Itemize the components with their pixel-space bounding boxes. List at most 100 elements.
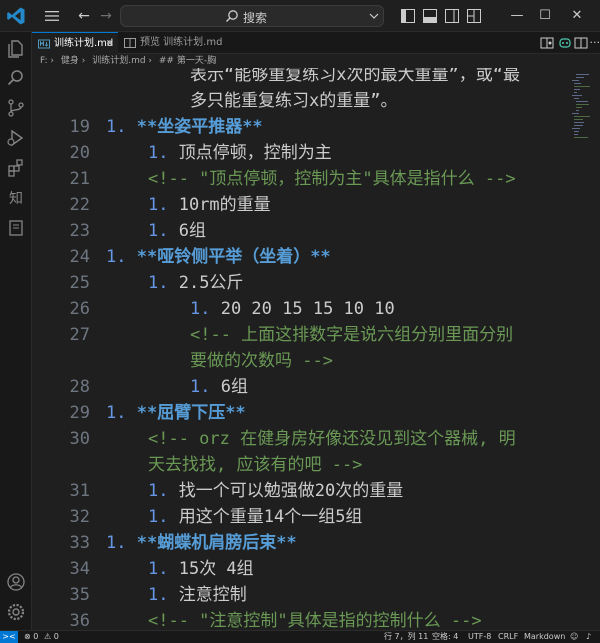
code-line[interactable]: 31 1. 找一个可以勉强做20次的重量 bbox=[32, 478, 568, 504]
feedback-icon[interactable]: ☺ bbox=[570, 631, 578, 643]
code-line[interactable]: 要做的次数吗 --> bbox=[32, 348, 568, 374]
search-icon[interactable] bbox=[6, 68, 26, 88]
code-line[interactable]: 表示“能够重复练习x次的最大重量”，或“最 bbox=[32, 68, 568, 88]
minimap[interactable] bbox=[568, 68, 600, 630]
code-content: 1. 用这个重量14个一组5组 bbox=[148, 504, 362, 530]
code-token: **坐姿平推器** bbox=[136, 117, 263, 137]
code-editor[interactable]: 表示“能够重复练习x次的最大重量”，或“最 多只能重复练习x的重量”。 19 1. *… bbox=[32, 68, 568, 630]
activity-bar: 知 bbox=[0, 32, 32, 630]
code-line[interactable]: 25 1. 2.5公斤 bbox=[32, 270, 568, 296]
end-of-line[interactable]: CRLF bbox=[498, 631, 518, 643]
line-number: 36 bbox=[69, 611, 90, 630]
code-line[interactable]: 29 1. **屈臂下压** bbox=[32, 400, 568, 426]
code-line[interactable]: 多只能重复练习x的重量”。 bbox=[32, 88, 568, 114]
extensions-icon[interactable] bbox=[6, 158, 26, 178]
warnings-count[interactable]: ⚠ 0 bbox=[44, 631, 59, 643]
chevron-down-icon[interactable] bbox=[369, 12, 379, 20]
explorer-icon[interactable] bbox=[6, 38, 26, 58]
toggle-secondary-sidebar-icon[interactable] bbox=[444, 8, 460, 24]
code-line[interactable]: 26 1. 20 20 15 15 10 10 bbox=[32, 296, 568, 322]
line-number: 32 bbox=[69, 507, 90, 527]
indentation[interactable]: 空格: 4 bbox=[432, 631, 458, 643]
source-control-icon[interactable] bbox=[6, 98, 26, 118]
code-line[interactable]: 天去找找, 应该有的吧 --> bbox=[32, 452, 568, 478]
code-token: 1. bbox=[106, 117, 137, 137]
code-line[interactable]: 35 1. 注意控制 bbox=[32, 582, 568, 608]
line-number: 33 bbox=[69, 533, 90, 553]
line-number: 27 bbox=[69, 325, 90, 345]
code-content: 1. **蝴蝶机肩膀后束** bbox=[106, 530, 297, 556]
code-content: 天去找找, 应该有的吧 --> bbox=[148, 452, 362, 478]
settings-gear-icon[interactable] bbox=[6, 602, 26, 622]
code-line[interactable]: 32 1. 用这个重量14个一组5组 bbox=[32, 504, 568, 530]
command-center-search[interactable]: 搜索 bbox=[120, 5, 384, 27]
cursor-position[interactable]: 行 7，列 11 bbox=[384, 631, 428, 643]
language-mode[interactable]: Markdown bbox=[524, 631, 565, 643]
title-bar: ← → 搜索 — ☐ ✕ bbox=[0, 0, 600, 32]
breadcrumb-drive[interactable]: F: › bbox=[40, 56, 54, 66]
code-token: 用这个重量14个一组5组 bbox=[178, 507, 363, 527]
line-number: 34 bbox=[69, 559, 90, 579]
toggle-panel-icon[interactable] bbox=[422, 8, 438, 24]
code-token: <!-- orz 在健身房好像还没见到这个器械, 明 bbox=[148, 429, 516, 449]
code-line[interactable]: 30 <!-- orz 在健身房好像还没见到这个器械, 明 bbox=[32, 426, 568, 452]
code-line[interactable]: 28 1. 6组 bbox=[32, 374, 568, 400]
code-line[interactable]: 33 1. **蝴蝶机肩膀后束** bbox=[32, 530, 568, 556]
search-label: 搜索 bbox=[243, 11, 268, 25]
line-number: 35 bbox=[69, 585, 90, 605]
code-line[interactable]: 22 1. 10rm的重量 bbox=[32, 192, 568, 218]
back-button[interactable]: ← bbox=[72, 4, 96, 28]
close-button[interactable]: ✕ bbox=[554, 0, 600, 32]
tab-label: 预览 训练计划.md bbox=[140, 37, 223, 48]
customize-layout-icon[interactable] bbox=[466, 8, 482, 24]
breadcrumb-file[interactable]: 训练计划.md › bbox=[92, 56, 152, 66]
tab-close-button[interactable]: × bbox=[106, 33, 114, 55]
tab-training-plan-md[interactable]: 训练计划.md × bbox=[32, 32, 118, 54]
more-actions-icon[interactable]: ··· bbox=[590, 32, 600, 54]
minimap-line bbox=[574, 89, 580, 90]
code-token: 天去找找, 应该有的吧 --> bbox=[148, 455, 363, 475]
tab-preview-training-plan[interactable]: 预览 训练计划.md bbox=[118, 32, 248, 54]
split-editor-icon[interactable] bbox=[574, 36, 588, 50]
code-token: 1. bbox=[148, 273, 179, 293]
copilot-icon[interactable] bbox=[558, 36, 572, 50]
toggle-sidebar-icon[interactable] bbox=[400, 8, 416, 24]
code-line[interactable]: 23 1. 6组 bbox=[32, 218, 568, 244]
code-token: 1. bbox=[106, 247, 137, 267]
minimap-line bbox=[576, 104, 589, 105]
minimap-line bbox=[574, 116, 590, 117]
code-line[interactable]: 19 1. **坐姿平推器** bbox=[32, 114, 568, 140]
code-content: <!-- 上面这排数字是说六组分别里面分别 bbox=[190, 322, 513, 348]
code-token: **蝴蝶机肩膀后束** bbox=[136, 533, 297, 553]
code-token: 1. bbox=[148, 559, 179, 579]
notifications-bell-icon[interactable]: ♪ bbox=[586, 631, 591, 643]
menu-icon[interactable] bbox=[40, 4, 64, 28]
breadcrumb-folder[interactable]: 健身 › bbox=[61, 56, 85, 66]
code-content: 1. 顶点停顿，控制为主 bbox=[148, 140, 332, 166]
minimap-line bbox=[574, 119, 583, 120]
code-line[interactable]: 34 1. 15次 4组 bbox=[32, 556, 568, 582]
code-token: 1. bbox=[190, 299, 221, 319]
search-icon bbox=[226, 10, 238, 22]
open-preview-side-icon[interactable] bbox=[540, 36, 554, 50]
encoding[interactable]: UTF-8 bbox=[468, 631, 491, 643]
line-number: 20 bbox=[69, 143, 90, 163]
run-debug-icon[interactable] bbox=[6, 128, 26, 148]
notebook-icon[interactable] bbox=[6, 218, 26, 238]
code-line[interactable]: 20 1. 顶点停顿，控制为主 bbox=[32, 140, 568, 166]
errors-count[interactable]: ⊗ 0 bbox=[24, 631, 38, 643]
code-content: 1. **屈臂下压** bbox=[106, 400, 246, 426]
code-line[interactable]: 24 1. **哑铃侧平举（坐着）** bbox=[32, 244, 568, 270]
code-line[interactable]: 21 <!-- "顶点停顿，控制为主"具体是指什么 --> bbox=[32, 166, 568, 192]
tab-label: 训练计划.md bbox=[54, 38, 114, 49]
code-token: 1. bbox=[106, 403, 137, 423]
code-content: 1. 2.5公斤 bbox=[148, 270, 243, 296]
line-number: 23 bbox=[69, 221, 90, 241]
forward-button[interactable]: → bbox=[94, 4, 118, 28]
breadcrumb-section[interactable]: ## 第一天-胸 bbox=[159, 56, 216, 66]
code-line[interactable]: 36 <!-- "注意控制"具体是指的控制什么 --> bbox=[32, 608, 568, 630]
code-line[interactable]: 27 <!-- 上面这排数字是说六组分别里面分别 bbox=[32, 322, 568, 348]
zhihu-extension-icon[interactable]: 知 bbox=[6, 188, 26, 208]
remote-indicator[interactable]: >< bbox=[0, 631, 18, 643]
account-icon[interactable] bbox=[6, 572, 26, 592]
